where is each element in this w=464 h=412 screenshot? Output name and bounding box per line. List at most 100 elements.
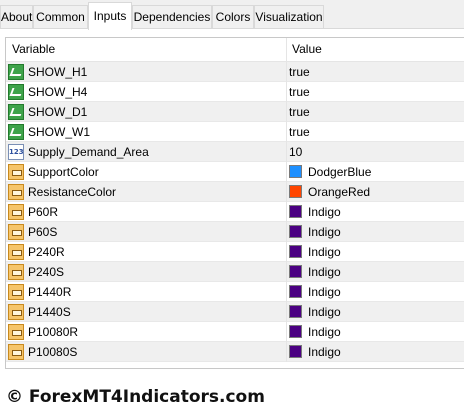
tab-dependencies[interactable]: Dependencies	[132, 5, 212, 28]
variable-name: P1440R	[28, 285, 72, 299]
cell-divider	[286, 122, 287, 142]
table-row[interactable]: P240S Indigo	[6, 262, 464, 282]
cell-divider	[286, 282, 287, 302]
color-param-icon	[8, 164, 24, 180]
table-row[interactable]: P10080S Indigo	[6, 342, 464, 362]
table-header: Variable Value	[6, 38, 464, 62]
variable-value[interactable]: Indigo	[308, 325, 341, 339]
column-header-value[interactable]: Value	[292, 42, 322, 56]
color-swatch[interactable]	[289, 325, 302, 338]
cell-divider	[286, 222, 287, 242]
cell-divider	[286, 342, 287, 362]
tab-visualization[interactable]: Visualization	[254, 5, 324, 28]
color-swatch[interactable]	[289, 245, 302, 258]
variable-name: P10080R	[28, 325, 79, 339]
table-body: SHOW_H1 true SHOW_H4 true SHOW_D1 true SHOW_W1…	[6, 62, 464, 362]
color-swatch[interactable]	[289, 225, 302, 238]
variable-name: P10080S	[28, 345, 78, 359]
variable-name: ResistanceColor	[28, 185, 117, 199]
cell-divider	[286, 302, 287, 322]
variable-name: P60R	[28, 205, 59, 219]
color-swatch[interactable]	[289, 345, 302, 358]
table-row[interactable]: 123 Supply_Demand_Area 10	[6, 142, 464, 162]
cell-divider	[286, 82, 287, 102]
color-param-icon	[8, 204, 24, 220]
table-row[interactable]: SHOW_D1 true	[6, 102, 464, 122]
inputs-panel: Variable Value SHOW_H1 true SHOW_H4 true SHO…	[0, 29, 464, 377]
column-header-variable[interactable]: Variable	[12, 42, 55, 56]
table-row[interactable]: P60S Indigo	[6, 222, 464, 242]
watermark-bar: © ForexMT4Indicators.com	[0, 377, 464, 412]
int-param-icon: 123	[8, 144, 24, 160]
table-row[interactable]: SHOW_W1 true	[6, 122, 464, 142]
bool-param-icon	[8, 104, 24, 120]
cell-divider	[286, 62, 287, 82]
variable-value[interactable]: Indigo	[308, 345, 341, 359]
color-swatch[interactable]	[289, 165, 302, 178]
variable-value[interactable]: Indigo	[308, 225, 341, 239]
cell-divider	[286, 322, 287, 342]
color-swatch[interactable]	[289, 285, 302, 298]
watermark-text: © ForexMT4Indicators.com	[6, 387, 265, 407]
variable-name: SHOW_H1	[28, 65, 88, 79]
cell-divider	[286, 102, 287, 122]
color-param-icon	[8, 224, 24, 240]
variable-name: Supply_Demand_Area	[28, 145, 149, 159]
variable-value[interactable]: DodgerBlue	[308, 165, 371, 179]
cell-divider	[286, 242, 287, 262]
variable-value[interactable]: 10	[289, 145, 302, 159]
color-param-icon	[8, 324, 24, 340]
color-swatch[interactable]	[289, 305, 302, 318]
variable-value[interactable]: Indigo	[308, 285, 341, 299]
table-row[interactable]: P60R Indigo	[6, 202, 464, 222]
table-row[interactable]: P1440R Indigo	[6, 282, 464, 302]
table-row[interactable]: P10080R Indigo	[6, 322, 464, 342]
variable-name: SHOW_D1	[28, 105, 88, 119]
variable-value[interactable]: OrangeRed	[308, 185, 370, 199]
bool-param-icon	[8, 84, 24, 100]
variable-name: SHOW_H4	[28, 85, 88, 99]
variable-name: P60S	[28, 225, 58, 239]
color-param-icon	[8, 244, 24, 260]
variable-value[interactable]: true	[289, 105, 310, 119]
tab-about[interactable]: About	[0, 5, 33, 28]
tab-common[interactable]: Common	[33, 5, 88, 28]
variable-name: SHOW_W1	[28, 125, 91, 139]
table-row[interactable]: SHOW_H1 true	[6, 62, 464, 82]
tab-bar: About Common Inputs Dependencies Colors …	[0, 0, 464, 30]
variable-value[interactable]: Indigo	[308, 265, 341, 279]
variable-name: P1440S	[28, 305, 71, 319]
color-param-icon	[8, 284, 24, 300]
variable-value[interactable]: Indigo	[308, 245, 341, 259]
cell-divider	[286, 182, 287, 202]
table-row[interactable]: P240R Indigo	[6, 242, 464, 262]
color-swatch[interactable]	[289, 185, 302, 198]
variable-name: P240R	[28, 245, 65, 259]
bool-param-icon	[8, 124, 24, 140]
cell-divider	[286, 162, 287, 182]
variable-value[interactable]: true	[289, 65, 310, 79]
color-param-icon	[8, 184, 24, 200]
column-divider[interactable]	[286, 38, 287, 61]
color-param-icon	[8, 344, 24, 360]
variable-value[interactable]: Indigo	[308, 205, 341, 219]
table-row[interactable]: ResistanceColor OrangeRed	[6, 182, 464, 202]
variable-name: P240S	[28, 265, 65, 279]
variable-value[interactable]: true	[289, 125, 310, 139]
variable-value[interactable]: Indigo	[308, 305, 341, 319]
color-swatch[interactable]	[289, 265, 302, 278]
cell-divider	[286, 142, 287, 162]
tab-colors[interactable]: Colors	[212, 5, 254, 28]
color-param-icon	[8, 304, 24, 320]
table-row[interactable]: P1440S Indigo	[6, 302, 464, 322]
bool-param-icon	[8, 64, 24, 80]
table-row[interactable]: SHOW_H4 true	[6, 82, 464, 102]
table-row[interactable]: SupportColor DodgerBlue	[6, 162, 464, 182]
tab-inputs[interactable]: Inputs	[88, 2, 132, 30]
color-param-icon	[8, 264, 24, 280]
cell-divider	[286, 262, 287, 282]
color-swatch[interactable]	[289, 205, 302, 218]
variable-name: SupportColor	[28, 165, 99, 179]
cell-divider	[286, 202, 287, 222]
variable-value[interactable]: true	[289, 85, 310, 99]
